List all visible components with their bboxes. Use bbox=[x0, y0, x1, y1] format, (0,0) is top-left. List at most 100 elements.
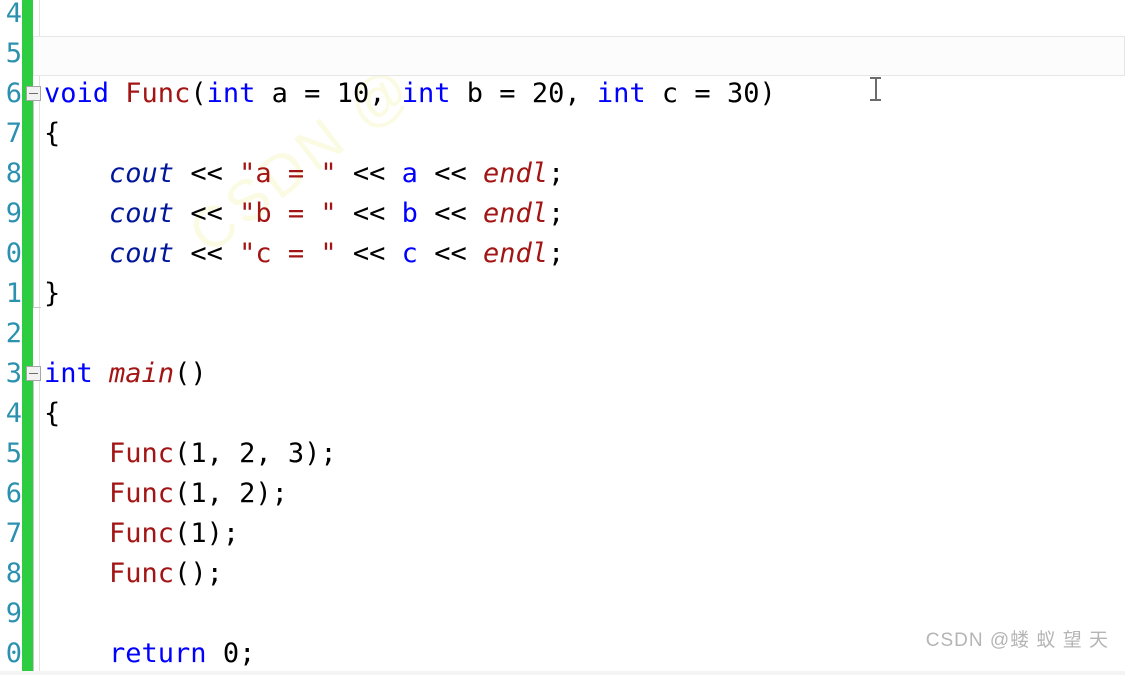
code-token: b bbox=[450, 78, 500, 109]
code-token: , bbox=[206, 438, 240, 469]
code-token: 3 bbox=[287, 438, 305, 469]
code-token: a bbox=[255, 78, 305, 109]
code-token: ) bbox=[759, 78, 776, 109]
code-token: } bbox=[44, 278, 61, 309]
code-line[interactable]: { bbox=[0, 394, 1125, 434]
code-token: int bbox=[596, 78, 646, 109]
code-line[interactable] bbox=[0, 0, 1125, 34]
code-token: , bbox=[564, 78, 597, 109]
csdn-watermark: CSDN @蝼 蚁 望 天 bbox=[925, 630, 1109, 651]
code-token: 2 bbox=[239, 478, 256, 509]
code-token: << bbox=[174, 158, 240, 189]
code-token: , bbox=[369, 78, 402, 109]
code-token: ; bbox=[239, 638, 256, 669]
code-token: cout bbox=[109, 158, 175, 189]
code-line[interactable]: Func(); bbox=[0, 554, 1125, 594]
fold-guide-foot bbox=[33, 307, 41, 308]
code-token: = bbox=[499, 78, 516, 109]
code-token: ); bbox=[304, 438, 337, 469]
code-token: cout bbox=[109, 198, 175, 229]
code-token: Func bbox=[125, 78, 191, 109]
code-line[interactable]: cout << "a = " << a << endl; bbox=[0, 154, 1125, 194]
code-token: << bbox=[417, 158, 483, 189]
code-line[interactable]: } bbox=[0, 274, 1125, 314]
code-surface[interactable]: // 全缺省void Func(int a = 10, int b = 20, … bbox=[0, 0, 1125, 675]
code-token: a bbox=[401, 158, 418, 189]
code-token: 1 bbox=[190, 518, 207, 549]
fold-collapse-icon[interactable] bbox=[26, 366, 41, 381]
code-token: Func bbox=[109, 558, 175, 589]
code-token: ; bbox=[548, 198, 565, 229]
fold-guide-line bbox=[33, 381, 34, 675]
code-line[interactable]: Func(1, 2); bbox=[0, 474, 1125, 514]
code-token: , bbox=[206, 478, 240, 509]
code-token: << bbox=[174, 198, 240, 229]
code-token: ); bbox=[206, 518, 240, 549]
code-token: cout bbox=[109, 238, 175, 269]
fold-guide-line bbox=[33, 101, 34, 307]
code-token: () bbox=[174, 358, 207, 389]
fold-collapse-icon[interactable] bbox=[26, 86, 41, 101]
code-line[interactable]: { bbox=[0, 114, 1125, 154]
code-token: "c = " bbox=[239, 238, 337, 269]
code-token: ( bbox=[174, 438, 191, 469]
code-line[interactable]: int main() bbox=[0, 354, 1125, 394]
code-line[interactable]: cout << "b = " << b << endl; bbox=[0, 194, 1125, 234]
code-token: endl bbox=[482, 238, 548, 269]
code-line[interactable]: Func(1); bbox=[0, 514, 1125, 554]
code-editor[interactable]: CSDN @ 456789012345678901 // 全缺省void Fun… bbox=[0, 0, 1125, 675]
code-line[interactable]: Func(1, 2, 3); bbox=[0, 434, 1125, 474]
code-token: << bbox=[174, 238, 240, 269]
code-token: endl bbox=[482, 198, 548, 229]
code-token: { bbox=[44, 118, 61, 149]
mouse-ibeam-cursor bbox=[870, 76, 881, 102]
code-token: 10 bbox=[336, 78, 370, 109]
code-token: 0 bbox=[222, 638, 240, 669]
code-token: "b = " bbox=[239, 198, 337, 229]
code-token: ( bbox=[190, 78, 207, 109]
code-token: void bbox=[44, 78, 110, 109]
code-token: int bbox=[401, 78, 451, 109]
code-token: 20 bbox=[531, 78, 565, 109]
code-token: , bbox=[255, 438, 288, 469]
code-token: return bbox=[109, 638, 207, 669]
code-token: << bbox=[417, 238, 483, 269]
code-line[interactable]: cout << "c = " << c << endl; bbox=[0, 234, 1125, 274]
code-token: main bbox=[109, 358, 175, 389]
code-line[interactable]: void Func(int a = 10, int b = 20, int c … bbox=[0, 74, 1125, 114]
code-token: int bbox=[206, 78, 256, 109]
code-token: << bbox=[336, 158, 402, 189]
bottom-edge-strip bbox=[0, 671, 1125, 675]
current-line-highlight bbox=[33, 36, 1125, 76]
code-token: << bbox=[417, 198, 483, 229]
code-token: c bbox=[645, 78, 695, 109]
code-token: 2 bbox=[239, 438, 256, 469]
code-token: = bbox=[304, 78, 321, 109]
code-token: { bbox=[44, 398, 61, 429]
code-line[interactable] bbox=[0, 314, 1125, 354]
code-token: << bbox=[336, 238, 402, 269]
code-token: 1 bbox=[190, 438, 207, 469]
code-token: ; bbox=[548, 238, 565, 269]
code-token: 1 bbox=[190, 478, 207, 509]
code-token: Func bbox=[109, 478, 175, 509]
code-token: << bbox=[336, 198, 402, 229]
code-token: ( bbox=[174, 478, 191, 509]
code-token: c bbox=[401, 238, 418, 269]
code-token: int bbox=[44, 358, 93, 389]
code-token: endl bbox=[482, 158, 548, 189]
code-token: b bbox=[401, 198, 418, 229]
